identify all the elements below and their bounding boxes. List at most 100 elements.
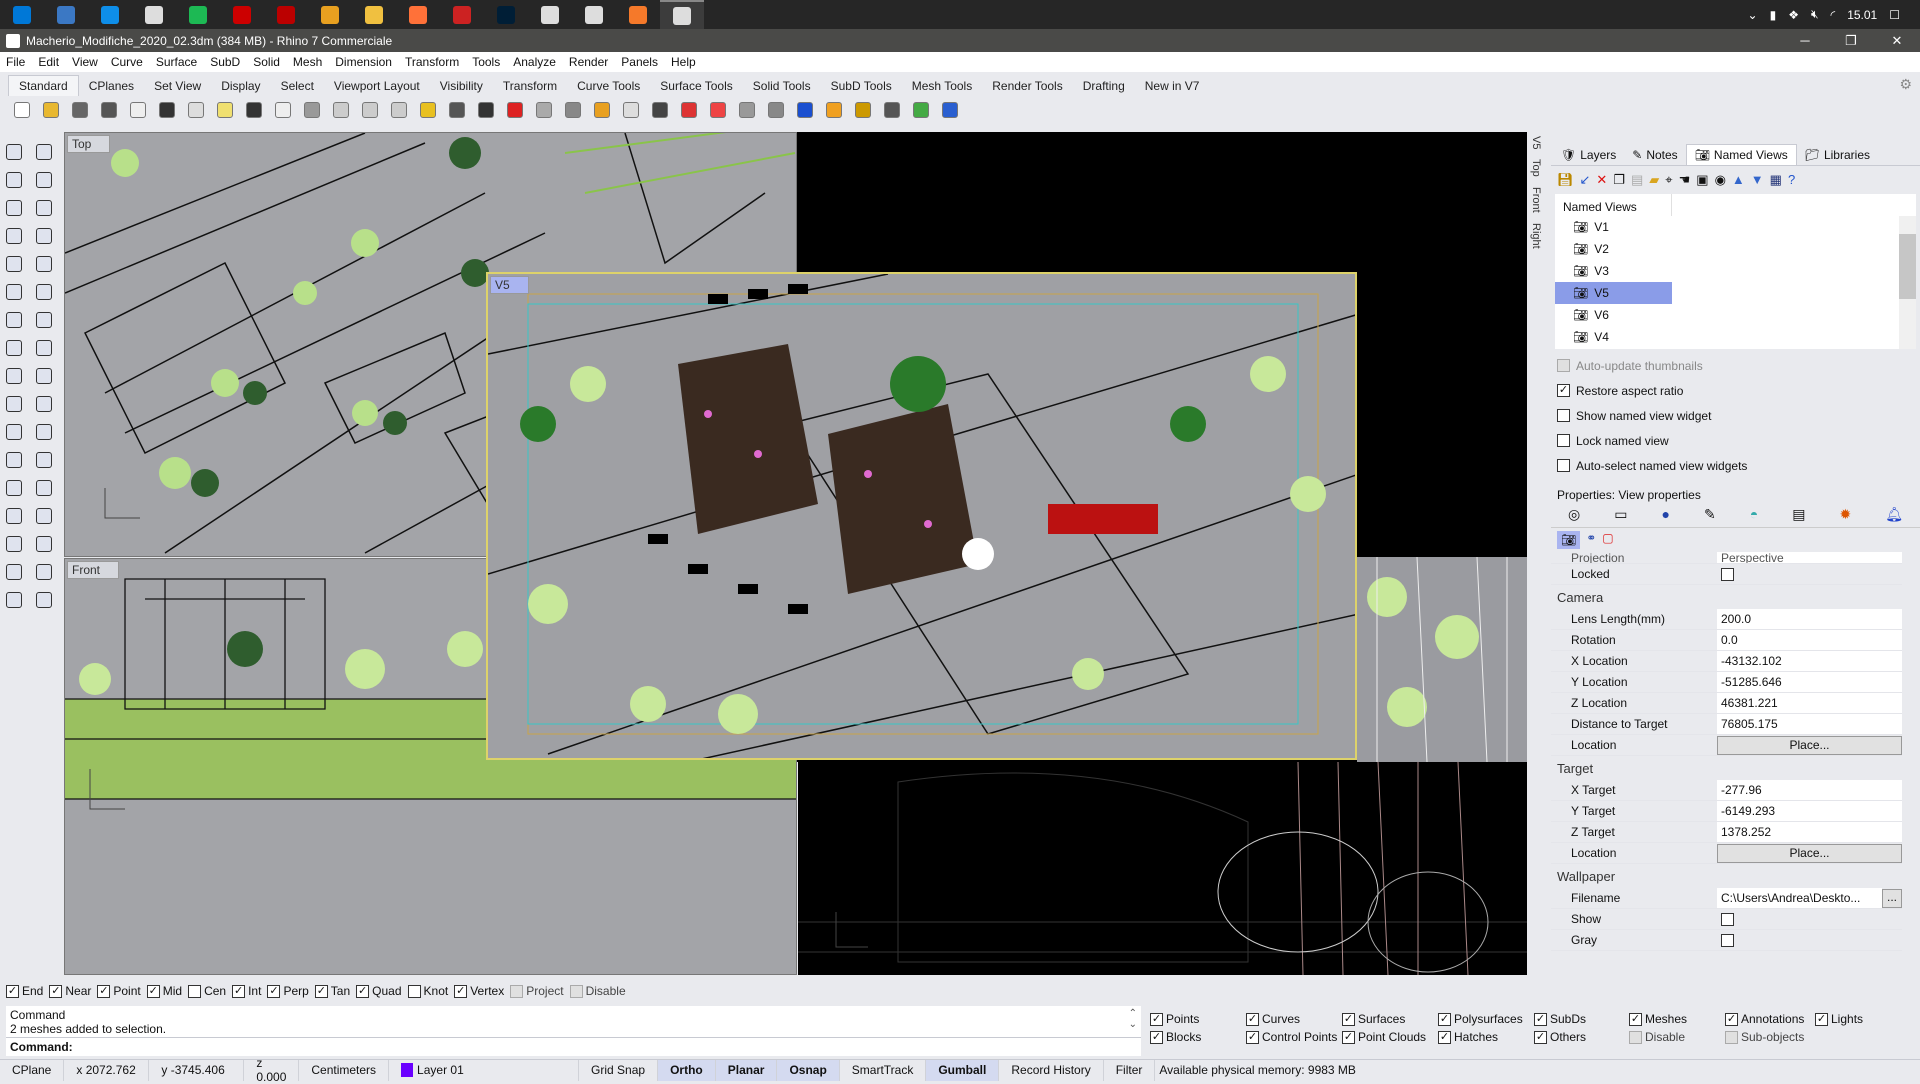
filter-others[interactable]: ✓ Others — [1534, 1030, 1629, 1044]
polygon-tool-icon[interactable] — [32, 224, 56, 248]
menu-subd[interactable]: SubD — [210, 55, 240, 69]
osnap-mid[interactable]: ✓ Mid — [146, 984, 182, 998]
wifi-icon[interactable]: ◜ — [1831, 8, 1836, 22]
checkbox[interactable] — [1725, 1030, 1738, 1044]
layer-icon[interactable] — [677, 98, 701, 122]
viewport-label-top[interactable]: Top — [67, 135, 111, 153]
camera-place-button[interactable]: Place... — [1717, 735, 1902, 755]
locked-checkbox[interactable] — [1721, 567, 1734, 581]
checkbox[interactable]: ✓ — [1150, 1012, 1163, 1026]
ellipse-tool-icon[interactable] — [2, 252, 26, 276]
y-location-field[interactable]: -51285.646 — [1717, 672, 1902, 692]
render-sphere-icon[interactable] — [735, 98, 759, 122]
show-checkbox[interactable] — [1721, 912, 1734, 926]
checkbox[interactable]: ✓ — [1815, 1012, 1828, 1026]
tab-solid-tools[interactable]: Solid Tools — [743, 76, 821, 96]
checkbox[interactable]: ✓ — [1629, 1012, 1642, 1026]
tab-visibility[interactable]: Visibility — [430, 76, 493, 96]
ortho-toggle[interactable]: Ortho — [658, 1059, 716, 1081]
viewport-frame-icon[interactable]: ▢ — [1602, 531, 1613, 549]
menu-help[interactable]: Help — [671, 55, 696, 69]
checkbox[interactable] — [407, 984, 421, 998]
x-location-field[interactable]: -43132.102 — [1717, 651, 1902, 671]
photoshop-icon[interactable] — [484, 0, 528, 29]
move-up-icon[interactable]: ▲ — [1732, 172, 1745, 188]
box-tool-icon[interactable] — [2, 308, 26, 332]
x-target-field[interactable]: -277.96 — [1717, 780, 1902, 800]
analyze-tool-icon[interactable] — [2, 560, 26, 584]
rhino-7-icon[interactable] — [660, 0, 704, 29]
zoom-window-icon[interactable] — [358, 98, 382, 122]
shell-tool-icon[interactable] — [32, 364, 56, 388]
checkbox[interactable] — [188, 984, 202, 998]
tab-display[interactable]: Display — [211, 76, 270, 96]
checkbox[interactable]: ✓ — [146, 984, 160, 998]
text-tool-icon[interactable] — [2, 476, 26, 500]
firefox-icon[interactable] — [396, 0, 440, 29]
option-auto-select-named-view-widgets[interactable]: Auto-select named view widgets — [1557, 453, 1914, 478]
dropbox-icon[interactable]: ❖ — [1788, 8, 1799, 22]
named-view-item[interactable]: 📷︎ V4 — [1555, 326, 1672, 348]
mirror-tool-icon[interactable] — [32, 420, 56, 444]
mesh-tool-icon[interactable] — [2, 588, 26, 612]
minimize-button[interactable]: ─ — [1782, 29, 1828, 52]
gumball-icon[interactable] — [590, 98, 614, 122]
menu-surface[interactable]: Surface — [156, 55, 197, 69]
tab-curve-tools[interactable]: Curve Tools — [567, 76, 650, 96]
four-viewports-icon[interactable] — [474, 98, 498, 122]
checkbox[interactable]: ✓ — [1534, 1012, 1547, 1026]
light-icon[interactable] — [619, 98, 643, 122]
menu-analyze[interactable]: Analyze — [513, 55, 556, 69]
smarttrack-toggle[interactable]: SmartTrack — [840, 1059, 927, 1081]
osnap-tan[interactable]: ✓ Tan — [314, 984, 350, 998]
checkbox[interactable]: ✓ — [454, 984, 468, 998]
checkbox[interactable] — [1557, 359, 1570, 372]
command-prompt[interactable]: Command: — [6, 1038, 1141, 1056]
color-icon[interactable] — [706, 98, 730, 122]
osnap-perp[interactable]: ✓ Perp — [267, 984, 309, 998]
tab-standard[interactable]: Standard — [8, 75, 79, 96]
monitor-icon[interactable]: ▭ — [1614, 506, 1627, 523]
checkbox[interactable]: ✓ — [1725, 1012, 1738, 1026]
open-icon[interactable] — [39, 98, 63, 122]
panel-tab-named-views[interactable]: 📷︎ Named Views — [1685, 144, 1797, 165]
viewport-label-front[interactable]: Front — [67, 561, 120, 579]
z-location-field[interactable]: 46381.221 — [1717, 693, 1902, 713]
osnap-project[interactable]: Project — [510, 984, 564, 998]
panel-tab-libraries[interactable]: 📁︎ Libraries — [1797, 144, 1878, 165]
viewport-tab-top[interactable]: Top — [1530, 159, 1542, 177]
undo-icon[interactable] — [242, 98, 266, 122]
help-icon[interactable]: ? — [1788, 172, 1795, 188]
named-view-item[interactable]: 📷︎ V6 — [1555, 304, 1672, 326]
arc-tool-icon[interactable] — [32, 196, 56, 220]
dimension-icon[interactable] — [880, 98, 904, 122]
array-tool-icon[interactable] — [2, 532, 26, 556]
boolean-tool-icon[interactable] — [32, 308, 56, 332]
checkbox[interactable] — [1557, 409, 1570, 422]
layers-icon[interactable]: ▣ — [1696, 172, 1708, 188]
osnap-near[interactable]: ✓ Near — [49, 984, 91, 998]
restore-button[interactable]: ❐ — [1828, 29, 1874, 52]
blue-sphere-icon[interactable] — [793, 98, 817, 122]
join-tool-icon[interactable] — [2, 448, 26, 472]
notifications-icon[interactable]: ☐ — [1889, 8, 1900, 22]
viewport-tab-v5[interactable]: V5 — [1530, 136, 1542, 149]
units[interactable]: Centimeters — [299, 1059, 390, 1081]
file-explorer-icon[interactable] — [352, 0, 396, 29]
undo-view-icon[interactable] — [445, 98, 469, 122]
rotate-tool-icon[interactable] — [32, 392, 56, 416]
gumball-toggle[interactable]: Gumball — [926, 1059, 1000, 1081]
tab-surface-tools[interactable]: Surface Tools — [650, 76, 743, 96]
rhino-icon[interactable] — [572, 0, 616, 29]
filter-polysurfaces[interactable]: ✓ Polysurfaces — [1438, 1012, 1534, 1026]
checkbox[interactable]: ✓ — [1246, 1012, 1259, 1026]
filter-toggle[interactable]: Filter — [1104, 1059, 1156, 1081]
checkbox[interactable]: ✓ — [1246, 1030, 1259, 1044]
windows-start-icon[interactable] — [0, 0, 44, 29]
checkbox[interactable]: ✓ — [1438, 1012, 1451, 1026]
tab-cplanes[interactable]: CPlanes — [79, 76, 144, 96]
checkbox[interactable]: ✓ — [232, 984, 246, 998]
tab-viewport-layout[interactable]: Viewport Layout — [324, 76, 430, 96]
import-icon[interactable] — [126, 98, 150, 122]
restore-view-icon[interactable]: ↙ — [1580, 172, 1591, 188]
